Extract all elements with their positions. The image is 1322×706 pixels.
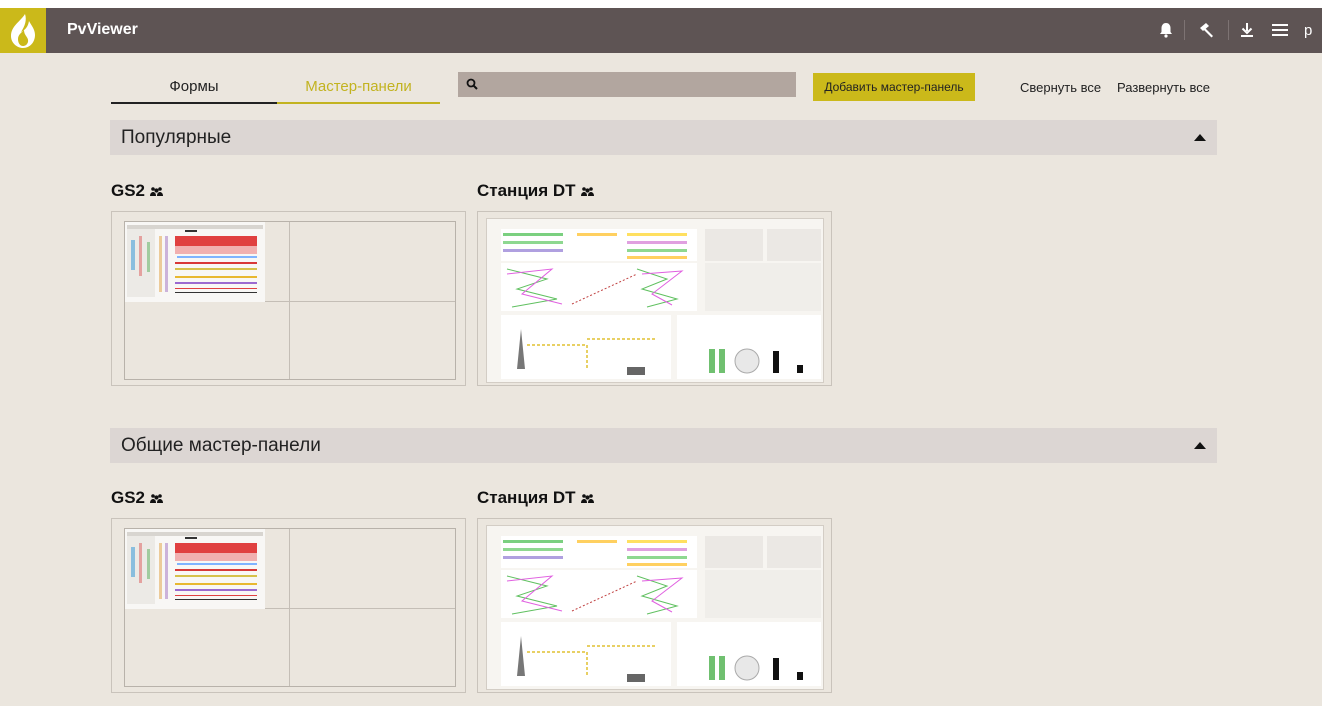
- section-header-popular[interactable]: Популярные: [110, 120, 1217, 155]
- collapse-caret-icon[interactable]: [1194, 442, 1206, 449]
- add-master-panel-button[interactable]: Добавить мастер-панель: [813, 73, 975, 101]
- tab-master-panels[interactable]: Мастер-панели: [277, 78, 440, 104]
- download-button[interactable]: [1238, 20, 1256, 40]
- card-title-text: GS2: [111, 181, 146, 200]
- collapse-all-link[interactable]: Свернуть все: [1020, 80, 1101, 95]
- station-dt-preview-image: [487, 526, 823, 689]
- section-title: Популярные: [121, 127, 232, 148]
- panel-thumbnail: [124, 528, 456, 687]
- collapse-caret-icon[interactable]: [1194, 134, 1206, 141]
- hammer-icon: [1200, 23, 1213, 38]
- search-icon: [466, 78, 478, 90]
- menu-button[interactable]: [1271, 20, 1289, 40]
- toolbar-separator: [1228, 20, 1229, 40]
- section-title: Общие мастер-панели: [121, 435, 321, 456]
- card-title: Станция DT: [477, 488, 594, 508]
- search-box[interactable]: [458, 72, 796, 97]
- card-title-text: Станция DT: [477, 181, 576, 200]
- main-content: Формы Мастер-панели Добавить мастер-пане…: [0, 53, 1322, 706]
- group-icon: [580, 493, 594, 503]
- station-dt-preview-image: [487, 219, 823, 382]
- app-title: PvViewer: [67, 21, 138, 38]
- search-input[interactable]: [484, 75, 793, 96]
- group-icon: [580, 186, 594, 196]
- top-bar: PvViewer p: [0, 8, 1322, 53]
- tab-forms[interactable]: Формы: [111, 78, 277, 104]
- toolbar-separator: [1184, 20, 1185, 40]
- notifications-button[interactable]: [1156, 20, 1176, 40]
- download-icon: [1241, 23, 1253, 37]
- gs2-preview-image: [125, 222, 265, 302]
- section-header-shared[interactable]: Общие мастер-панели: [110, 428, 1217, 463]
- card-title: GS2: [111, 181, 164, 201]
- master-panel-card-gs2[interactable]: [111, 211, 466, 386]
- group-icon: [150, 186, 164, 196]
- panel-thumbnail: [486, 525, 824, 690]
- flame-logo-icon: [11, 14, 35, 48]
- user-menu[interactable]: p: [1304, 22, 1312, 39]
- expand-all-link[interactable]: Развернуть все: [1117, 80, 1210, 95]
- gs2-preview-image: [125, 529, 265, 609]
- master-panel-card-station-dt[interactable]: [477, 518, 832, 693]
- menu-icon: [1272, 24, 1288, 36]
- panel-thumbnail: [486, 218, 824, 383]
- panel-thumbnail: [124, 221, 456, 380]
- master-panel-card-gs2[interactable]: [111, 518, 466, 693]
- app-logo[interactable]: [0, 8, 46, 53]
- card-title: Станция DT: [477, 181, 594, 201]
- group-icon: [150, 493, 164, 503]
- card-title: GS2: [111, 488, 164, 508]
- bell-icon: [1160, 23, 1172, 38]
- tools-button[interactable]: [1196, 20, 1218, 40]
- card-title-text: Станция DT: [477, 488, 576, 507]
- master-panel-card-station-dt[interactable]: [477, 211, 832, 386]
- card-title-text: GS2: [111, 488, 146, 507]
